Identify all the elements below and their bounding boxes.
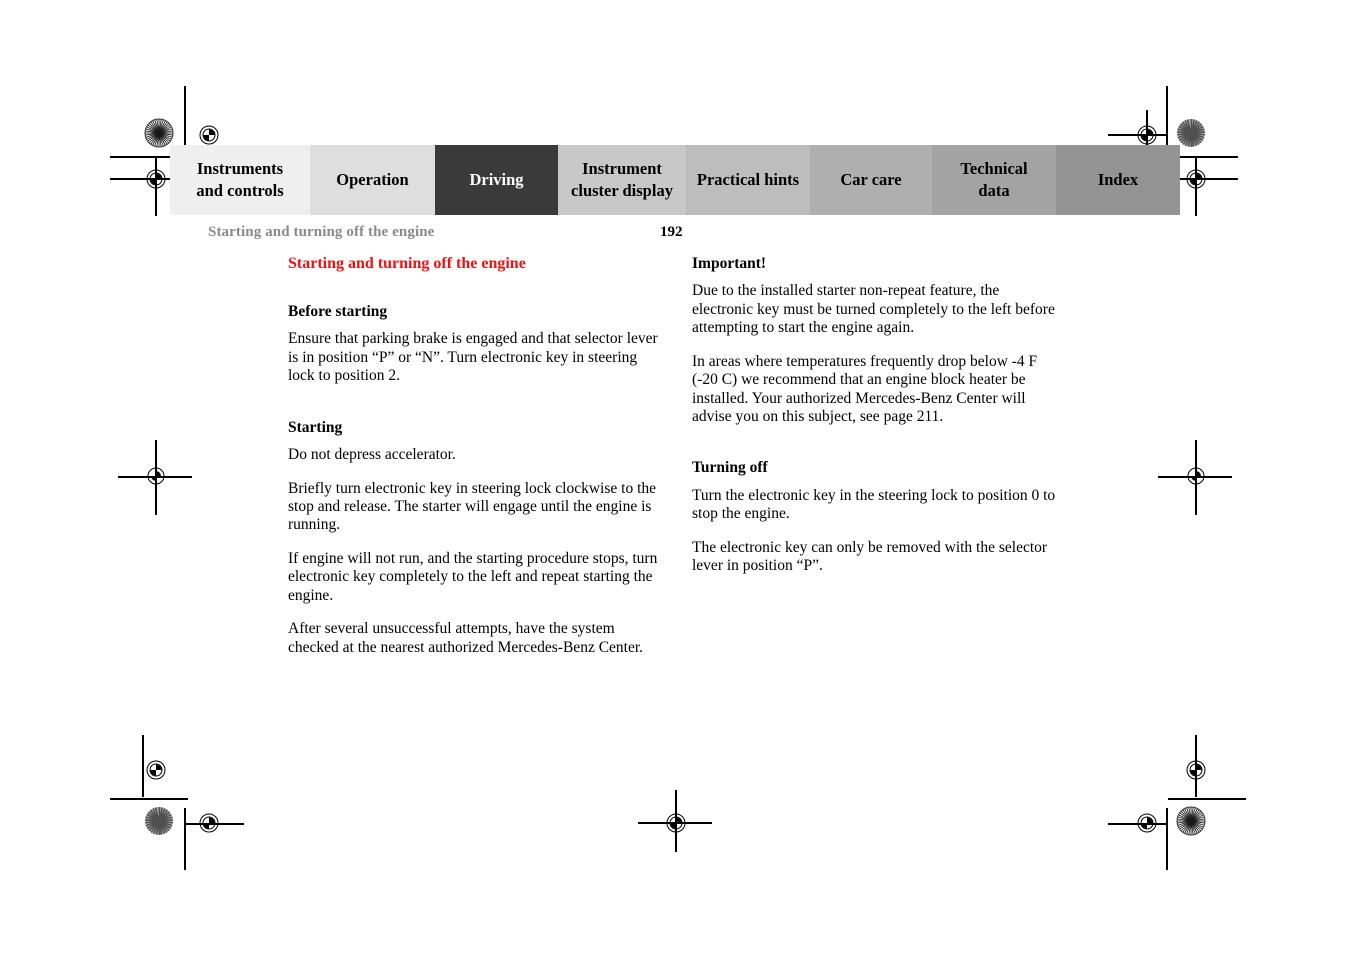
crop-line-vertical [1166, 808, 1168, 870]
registration-target-icon [1183, 166, 1209, 192]
registration-target-icon [1134, 810, 1160, 836]
chapter-tab-label: Practical hints [696, 170, 800, 190]
section-title: Starting and turning off the engine [288, 255, 526, 272]
chapter-tab-practical-hints[interactable]: Practical hints [686, 145, 810, 215]
paragraph: After several unsuccessful attempts, hav… [288, 620, 644, 656]
content-column-right: Important! Due to the installed starter … [692, 254, 1064, 576]
subheading-turning-off: Turning off [692, 459, 768, 477]
chapter-tab-car-care[interactable]: Car care [810, 145, 932, 215]
registration-target-icon [196, 810, 222, 836]
paragraph: If engine will not run, and the starting… [288, 549, 658, 604]
crop-line-vertical [1166, 86, 1168, 148]
subheading-important: Important! [692, 255, 767, 272]
crop-line-vertical [184, 808, 186, 870]
registration-target-icon [663, 810, 689, 836]
running-head: Starting and turning off the engine [208, 224, 435, 240]
chapter-tab-label: Technical data [960, 159, 1028, 200]
star-target-icon [1176, 806, 1206, 836]
paragraph: The electronic key can only be removed w… [692, 538, 1048, 575]
chapter-tab-label: Index [1097, 170, 1139, 190]
paragraph: Turn the electronic key in the steering … [692, 486, 1056, 523]
paragraph: Due to the installed starter non-repeat … [692, 282, 1055, 337]
paragraph: In areas where temperatures frequently d… [692, 352, 1038, 425]
star-target-icon [144, 806, 174, 836]
chapter-tab-technical[interactable]: Technical data [932, 145, 1056, 215]
chapter-tab-driving[interactable]: Driving [435, 145, 558, 215]
registration-target-icon [1183, 463, 1209, 489]
star-target-icon [144, 118, 174, 148]
chapter-tab-bar: Instruments and controls Operation Driving I… [170, 145, 1180, 215]
page-number: 192 [660, 224, 683, 240]
crop-line-horizontal [1168, 798, 1246, 800]
registration-target-icon [143, 463, 169, 489]
registration-target-icon [143, 166, 169, 192]
star-target-icon [1176, 118, 1206, 148]
crop-line-vertical [184, 86, 186, 148]
chapter-tab-instrument[interactable]: Instrument cluster display [558, 145, 686, 215]
chapter-tab-label: Driving [469, 170, 524, 190]
paragraph: Ensure that parking brake is engaged and… [288, 330, 658, 385]
chapter-tab-instruments[interactable]: Instruments and controls [170, 145, 310, 215]
chapter-tab-operation[interactable]: Operation [310, 145, 435, 215]
chapter-tab-index[interactable]: Index [1056, 145, 1180, 215]
content-column-left: Starting and turning off the engine Befo… [288, 254, 660, 657]
chapter-tab-label: Instrument cluster display [571, 159, 673, 200]
paragraph: Briefly turn electronic key in steering … [288, 479, 657, 534]
paragraph: Do not depress accelerator. [288, 446, 456, 464]
registration-target-icon [143, 757, 169, 783]
subheading-before-starting: Before starting [288, 303, 388, 320]
chapter-tab-label: Car care [840, 170, 902, 190]
chapter-tab-label: Instruments and controls [196, 159, 284, 200]
registration-target-icon [1183, 757, 1209, 783]
chapter-tab-label: Operation [336, 170, 409, 190]
crop-line-horizontal [110, 798, 188, 800]
subheading-starting: Starting [288, 418, 343, 436]
